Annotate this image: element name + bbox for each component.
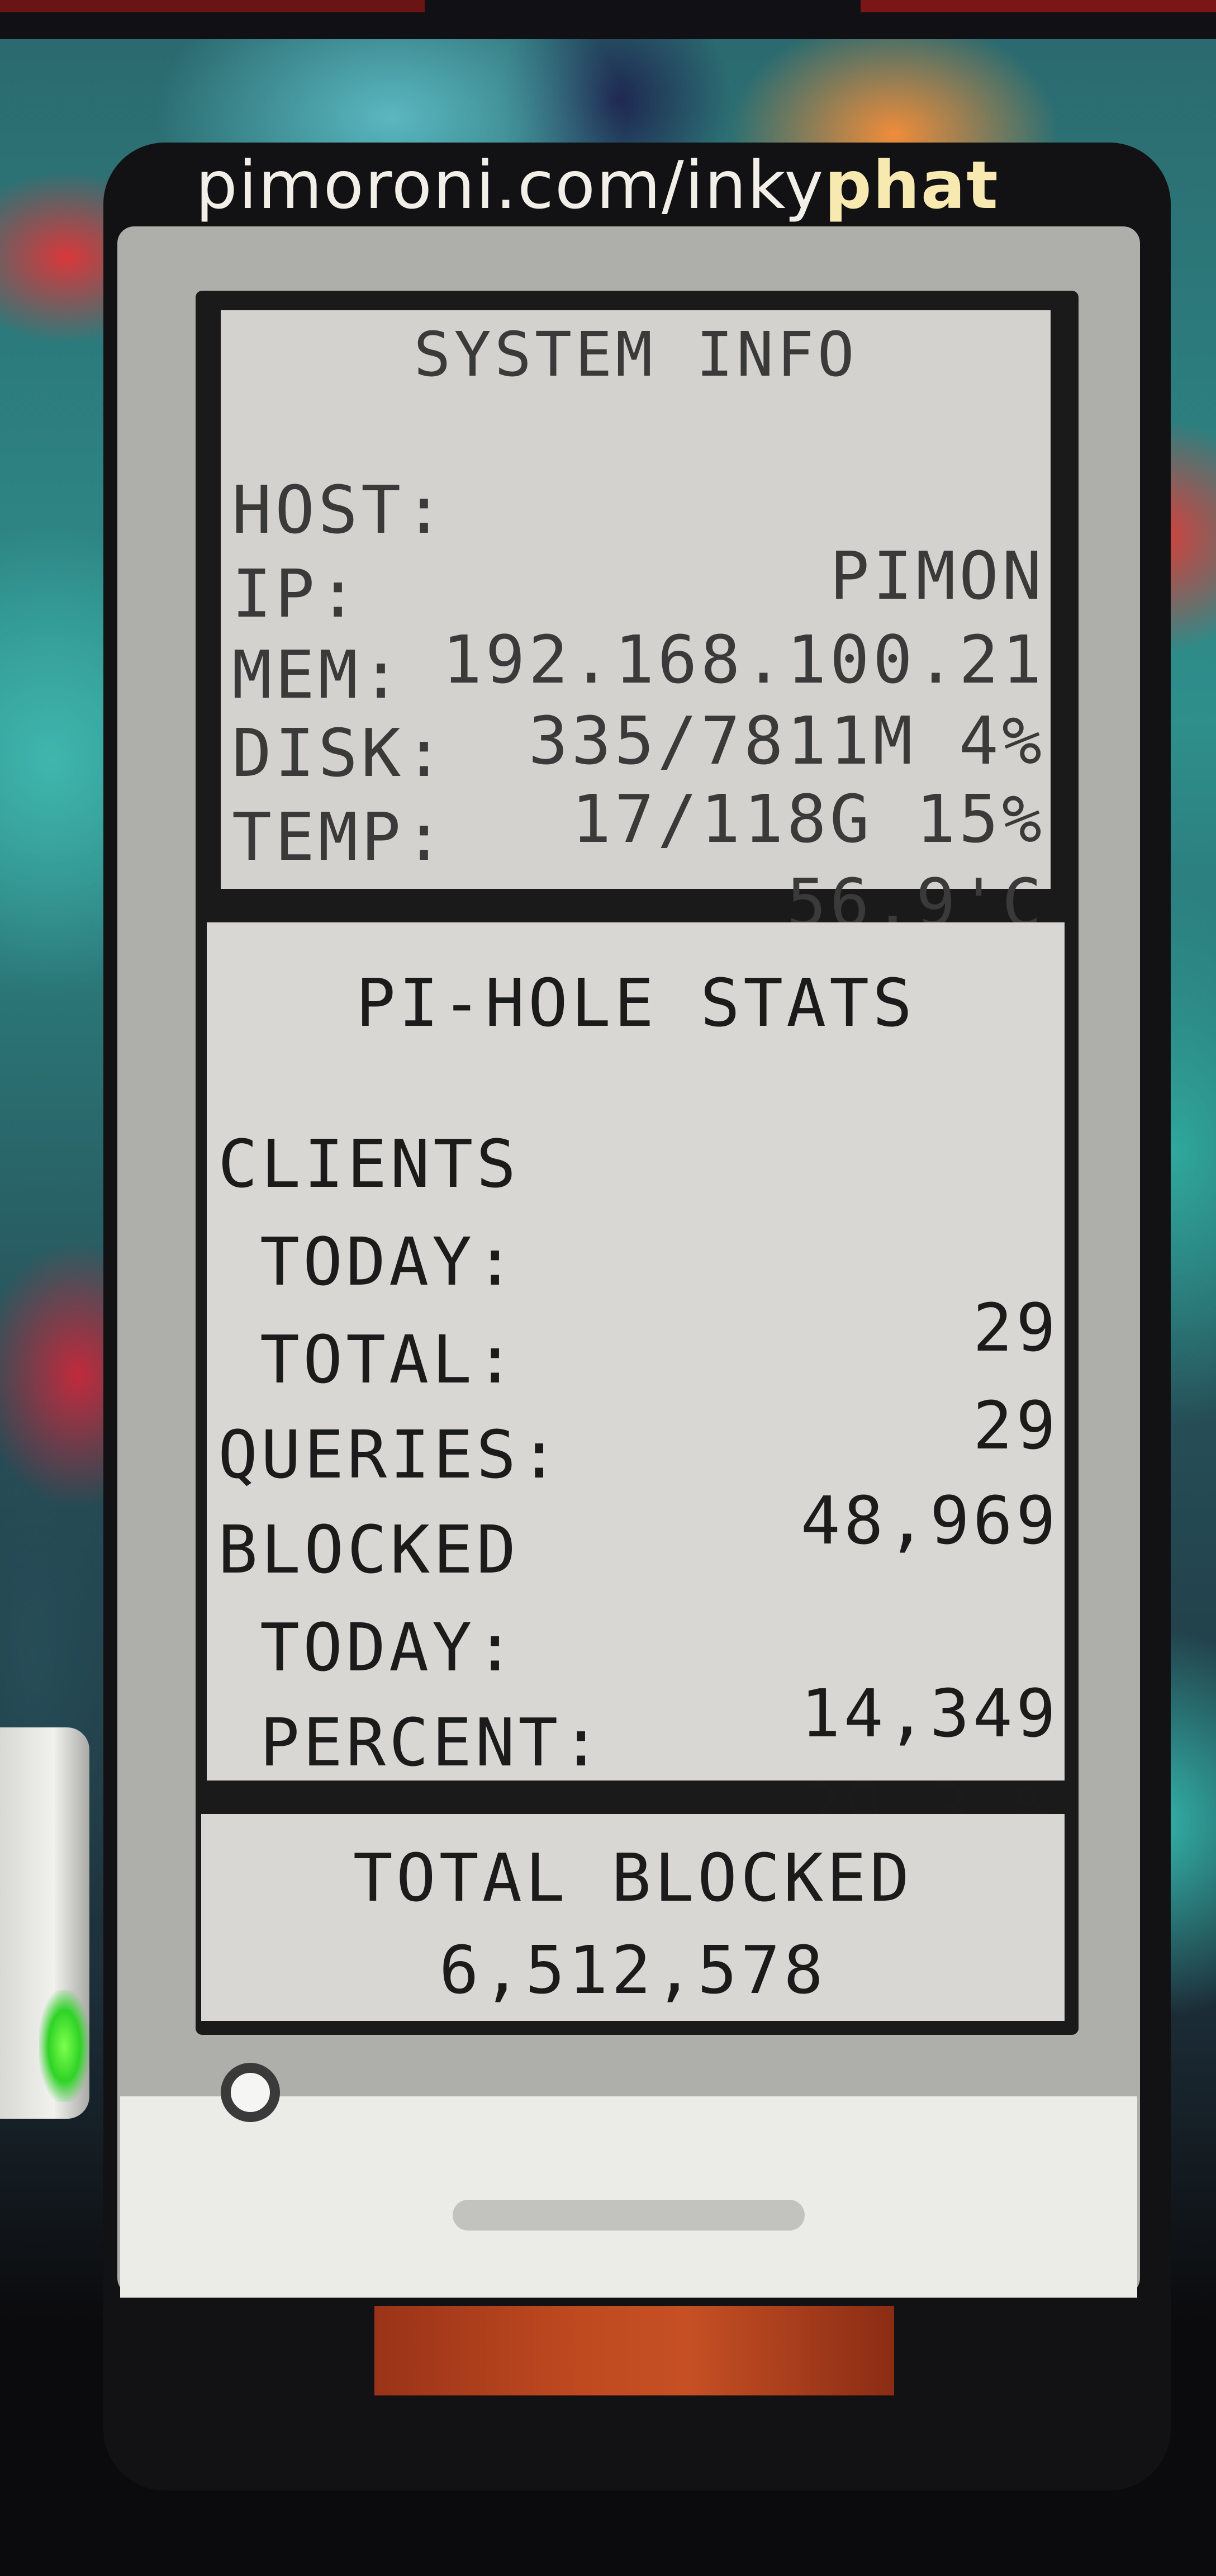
- green-led: [39, 1990, 89, 2102]
- flex-cable-connector: [374, 2306, 894, 2395]
- brand-url-text: pimoroni.com/inky: [196, 146, 825, 224]
- photo-scene: pimoroni.com/inkyphat SYSTEM INFO HOST: …: [0, 0, 1216, 2576]
- eink-glass-stripe: [453, 2200, 805, 2231]
- total-blocked-panel: TOTAL BLOCKED 6,512,578: [201, 1814, 1065, 2021]
- temperature-label: TEMP:: [232, 798, 448, 875]
- brand-phat-text: phat: [824, 146, 999, 224]
- eink-glass-bottom-edge: [120, 2096, 1137, 2298]
- pihole-stats-panel: PI-HOLE STATS CLIENTS TODAY: 29 TOTAL: 2…: [207, 922, 1065, 1841]
- top-edge-strip: [0, 0, 1216, 39]
- pihole-stats-title: PI-HOLE STATS: [355, 964, 916, 1041]
- total-blocked-value: 6,512,578: [439, 1931, 827, 2009]
- mounting-hole: [221, 2063, 280, 2122]
- system-info-panel: SYSTEM INFO HOST: PIMON IP: 192.168.100.…: [221, 310, 1051, 936]
- blocked-percent-label: PERCENT:: [260, 1704, 605, 1781]
- total-blocked-title: TOTAL BLOCKED: [353, 1839, 913, 1916]
- system-info-title: SYSTEM INFO: [414, 319, 858, 390]
- board-silkscreen-url: pimoroni.com/inkyphat: [196, 146, 1146, 224]
